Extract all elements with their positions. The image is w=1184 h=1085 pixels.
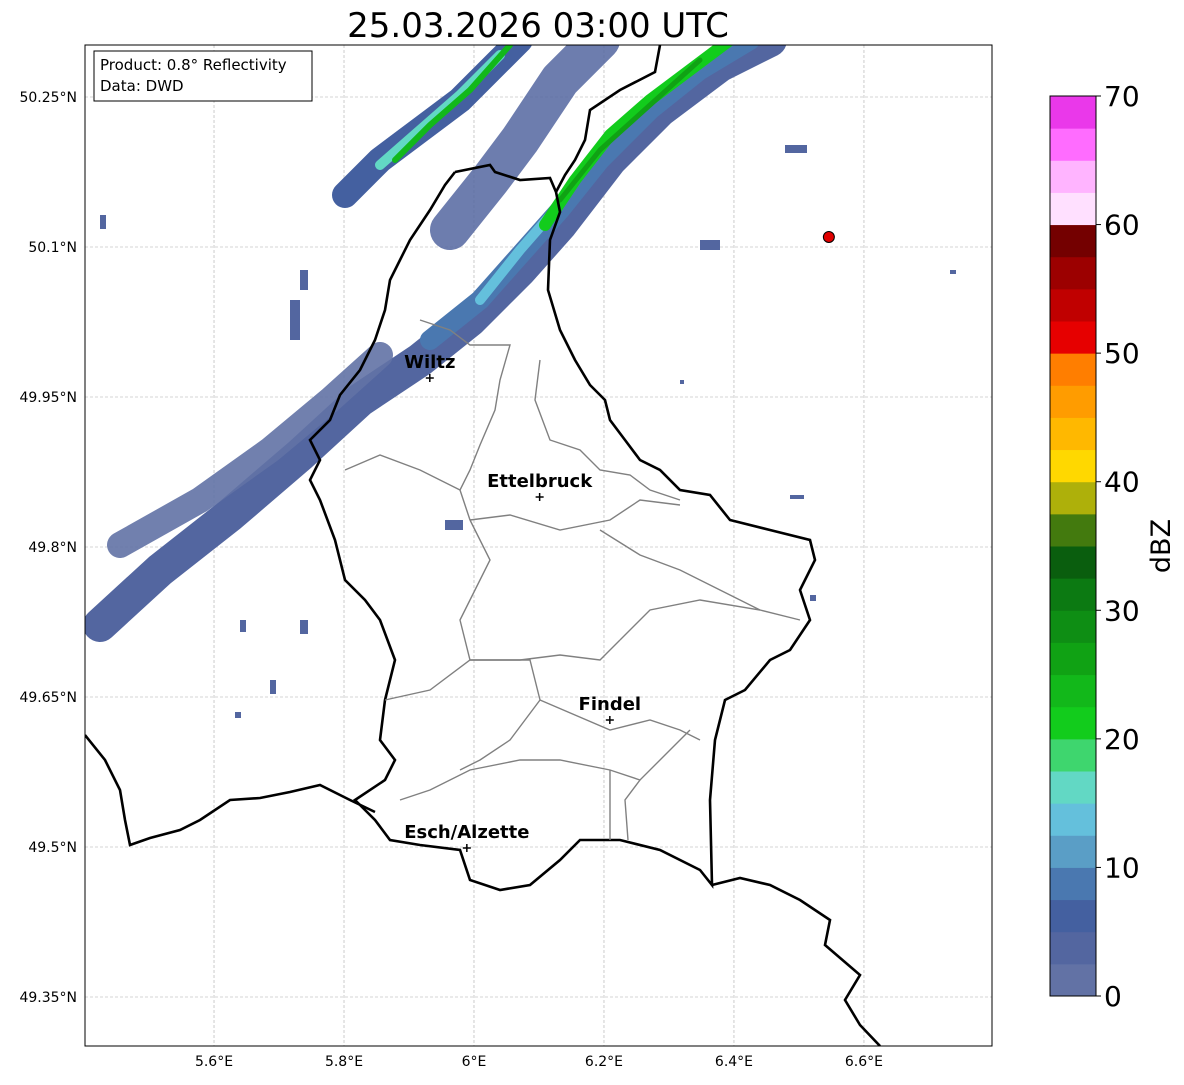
city-label: Findel <box>579 694 642 715</box>
colorbar-bin <box>1050 706 1096 740</box>
colorbar-tick-label: 50 <box>1104 337 1140 370</box>
colorbar-tick-label: 20 <box>1104 723 1140 756</box>
radar-echo <box>700 240 720 250</box>
radar-echo <box>445 520 463 530</box>
radar-echo <box>100 215 106 229</box>
colorbar-bin <box>1050 642 1096 676</box>
figure-title: 25.03.2026 03:00 UTC <box>347 6 729 46</box>
lat-tick-label: 49.35°N <box>19 990 77 1006</box>
colorbar-tick-label: 30 <box>1104 594 1140 627</box>
colorbar-tick-label: 70 <box>1104 80 1140 113</box>
lat-tick-label: 49.8°N <box>28 540 77 556</box>
radar-echo <box>785 145 807 153</box>
colorbar-bin <box>1050 771 1096 804</box>
colorbar-bin <box>1050 835 1096 868</box>
radar-echo <box>300 270 308 290</box>
colorbar-bin <box>1050 160 1096 193</box>
colorbar-bin <box>1050 867 1096 901</box>
info-box: Product: 0.8° Reflectivity Data: DWD <box>93 50 313 102</box>
colorbar-bin <box>1050 385 1096 418</box>
lon-tick-label: 6°E <box>462 1054 487 1070</box>
info-data-source: Data: DWD <box>100 77 184 95</box>
colorbar-bin <box>1050 546 1096 579</box>
colorbar-bin <box>1050 481 1096 515</box>
colorbar-bin <box>1050 513 1096 547</box>
radar-echo <box>950 270 956 274</box>
colorbar-bin <box>1050 899 1096 933</box>
lat-tick-label: 50.1°N <box>28 240 77 256</box>
colorbar-bin <box>1050 610 1096 643</box>
city-label: Esch/Alzette <box>404 822 529 843</box>
colorbar-bin <box>1050 803 1096 836</box>
colorbar-bin <box>1050 192 1096 226</box>
colorbar-bin <box>1050 256 1096 290</box>
colorbar-bin <box>1050 963 1096 997</box>
radar-echo <box>290 300 300 340</box>
radar-echo <box>680 380 684 384</box>
colorbar-bin <box>1050 353 1096 386</box>
lat-tick-label: 49.5°N <box>28 840 77 856</box>
colorbar-label: dBZ <box>1146 519 1177 573</box>
city-label: Ettelbruck <box>487 471 593 492</box>
map-area[interactable]: Wiltz Ettelbruck Findel Esch/Alzette <box>85 40 992 1046</box>
lat-tick-label: 49.65°N <box>19 690 77 706</box>
radar-site-marker[interactable] <box>822 231 835 243</box>
colorbar-bin <box>1050 224 1096 258</box>
lon-tick-label: 6.6°E <box>845 1054 883 1070</box>
radar-echo <box>300 620 308 634</box>
colorbar-tick-label: 60 <box>1104 209 1140 242</box>
lon-tick-label: 6.4°E <box>715 1054 753 1070</box>
colorbar-tick-label: 40 <box>1104 466 1140 499</box>
colorbar-bin <box>1050 738 1096 772</box>
lat-tick-label: 49.95°N <box>19 390 77 406</box>
info-product: Product: 0.8° Reflectivity <box>100 56 287 74</box>
colorbar-bin <box>1050 449 1096 483</box>
colorbar-bin <box>1050 417 1096 451</box>
colorbar-bin <box>1050 674 1096 708</box>
lon-tick-label: 5.8°E <box>325 1054 363 1070</box>
colorbar-bin <box>1050 321 1096 354</box>
colorbar: 0 10 20 30 40 50 60 70 <box>1049 80 1140 1013</box>
lon-tick-label: 5.6°E <box>195 1054 233 1070</box>
radar-echo <box>240 620 246 632</box>
colorbar-bin <box>1050 128 1096 161</box>
lon-tick-label: 6.2°E <box>585 1054 623 1070</box>
radar-echo <box>235 712 241 718</box>
radar-echo <box>790 495 804 499</box>
colorbar-bin <box>1050 931 1096 965</box>
city-label: Wiltz <box>404 352 455 373</box>
colorbar-bin <box>1050 96 1096 129</box>
colorbar-tick-label: 0 <box>1104 980 1122 1013</box>
colorbar-tick-label: 10 <box>1104 851 1140 884</box>
radar-echo <box>270 680 276 694</box>
radar-echo <box>810 595 816 601</box>
colorbar-bin <box>1050 288 1096 322</box>
colorbar-bin <box>1050 578 1096 611</box>
radar-figure: 25.03.2026 03:00 UTC Wiltz Ettelbruck Find… <box>19 6 1177 1070</box>
lat-tick-label: 50.25°N <box>19 90 77 106</box>
